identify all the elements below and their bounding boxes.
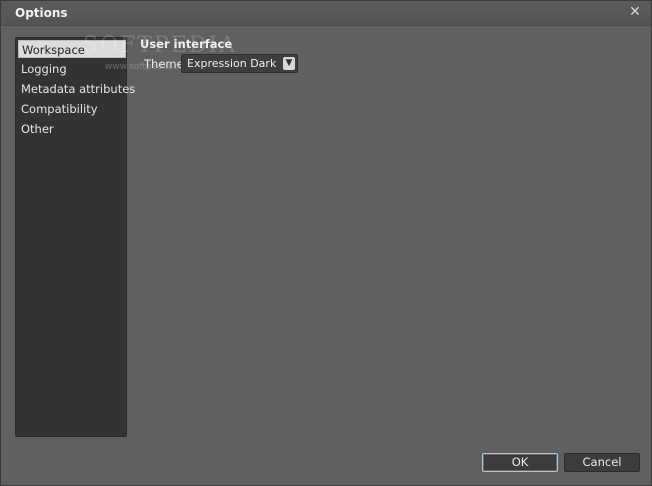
- cancel-button[interactable]: Cancel: [564, 453, 640, 472]
- theme-selected-value: Expression Dark: [187, 57, 277, 70]
- category-list: Workspace Logging Metadata attributes Co…: [15, 37, 135, 437]
- sidebar-item-other[interactable]: Other: [18, 120, 122, 138]
- theme-label: Theme: [144, 57, 184, 71]
- close-icon[interactable]: ✕: [627, 4, 643, 20]
- sidebar-item-compatibility[interactable]: Compatibility: [18, 100, 122, 118]
- sidebar-item-logging[interactable]: Logging: [18, 60, 122, 78]
- window-title: Options: [15, 6, 68, 20]
- sidebar-item-workspace[interactable]: Workspace: [18, 40, 126, 58]
- options-dialog: Options ✕ Workspace Logging Metadata att…: [0, 0, 652, 486]
- theme-dropdown[interactable]: Expression Dark ▼: [181, 54, 298, 73]
- chevron-down-icon[interactable]: ▼: [283, 57, 295, 70]
- section-header: User interface: [140, 37, 233, 51]
- title-bar: Options ✕: [1, 1, 651, 26]
- ok-button[interactable]: OK: [482, 453, 558, 472]
- sidebar-item-metadata-attributes[interactable]: Metadata attributes: [18, 80, 135, 98]
